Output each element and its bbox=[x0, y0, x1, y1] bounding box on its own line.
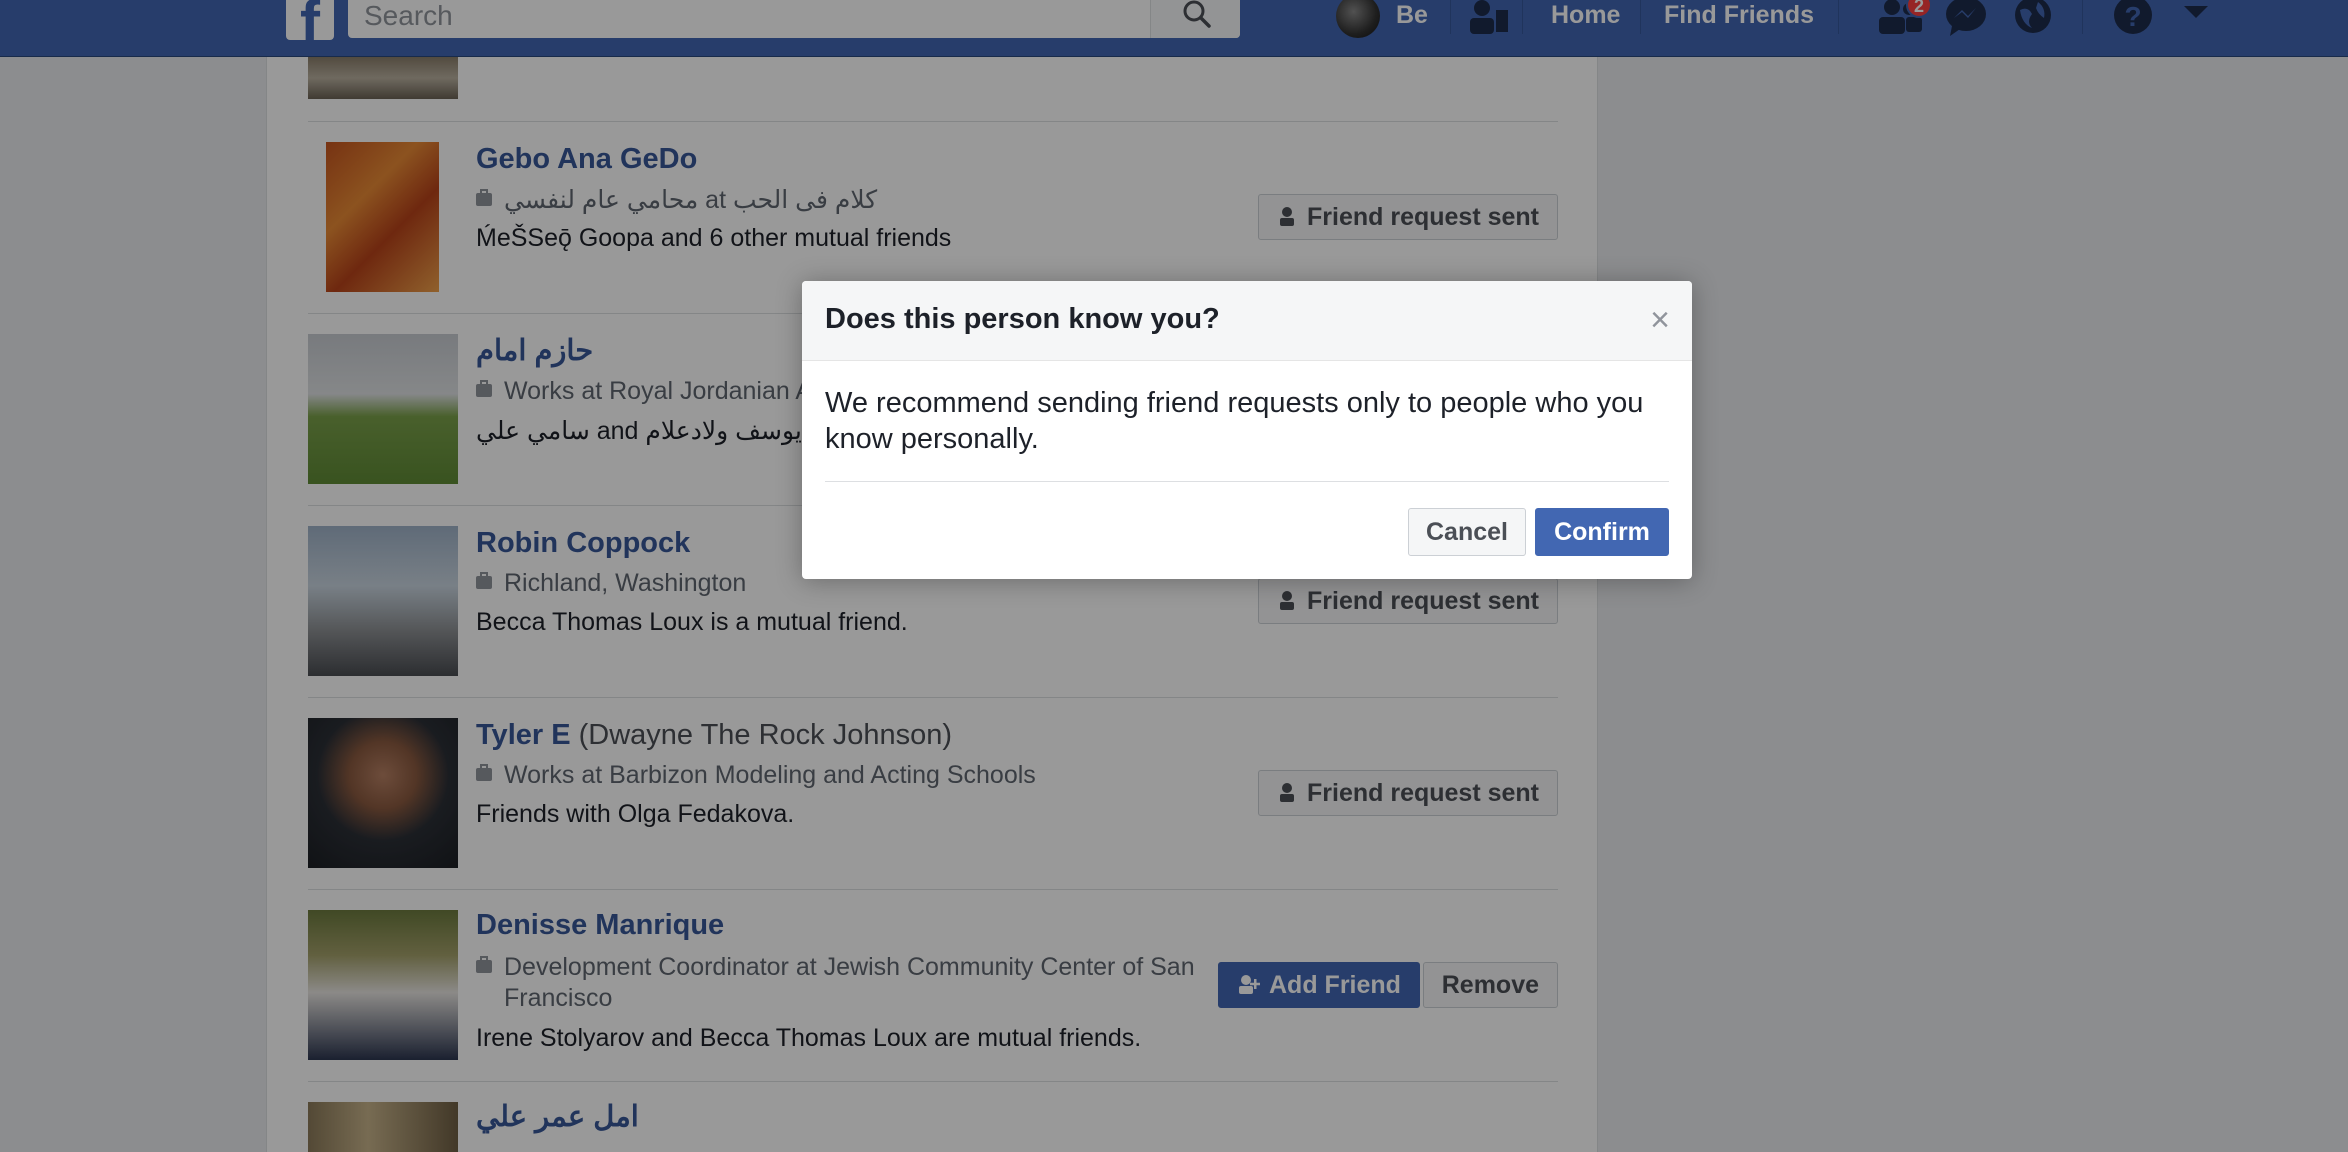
dialog-header: Does this person know you? × bbox=[802, 281, 1692, 361]
dialog-title: Does this person know you? bbox=[825, 303, 1220, 335]
confirm-button[interactable]: Confirm bbox=[1535, 508, 1669, 556]
close-icon[interactable]: × bbox=[1650, 303, 1670, 337]
cancel-button[interactable]: Cancel bbox=[1408, 508, 1526, 556]
dialog-message: We recommend sending friend requests onl… bbox=[825, 387, 1644, 455]
confirm-friend-request-dialog: Does this person know you? × We recommen… bbox=[802, 281, 1692, 579]
dialog-divider bbox=[825, 481, 1669, 482]
